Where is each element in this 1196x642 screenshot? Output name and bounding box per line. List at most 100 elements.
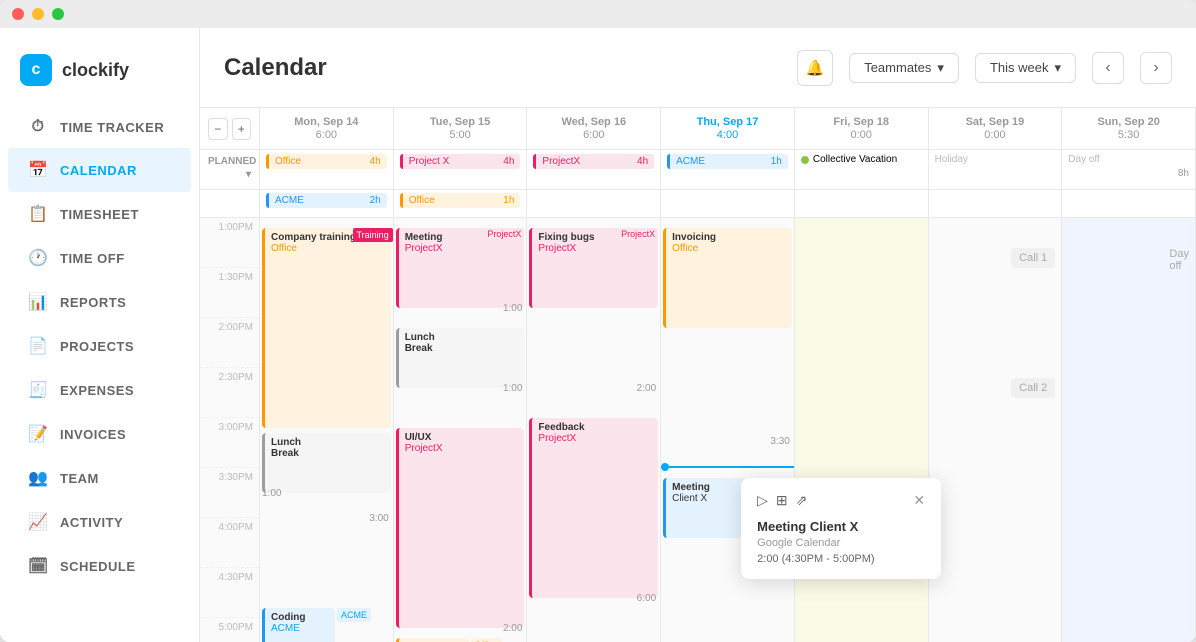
sidebar-item-time-tracker[interactable]: ⏱ TIME TRACKER (8, 106, 191, 148)
minimize-dot[interactable] (32, 8, 44, 20)
logo: c clockify (0, 44, 199, 106)
uiux-time: 2:00 (503, 623, 522, 634)
planned2-sun (1062, 190, 1196, 217)
day-time-tue: 5:00 (406, 129, 515, 141)
sidebar-item-activity[interactable]: 📈 ACTIVITY (8, 500, 191, 544)
sidebar-item-team[interactable]: 👥 TEAM (8, 456, 191, 500)
time-330pm: 3:30PM (200, 468, 259, 518)
planned-tag-acme-mon: ACME2h (266, 193, 387, 208)
sidebar-item-time-off[interactable]: 🕐 TIME OFF (8, 236, 191, 280)
sidebar-item-label: PROJECTS (60, 339, 134, 354)
day-name-wed: Wed, Sep 16 (539, 116, 648, 128)
maximize-dot[interactable] (52, 8, 64, 20)
planned-tag-acme-thu: ACME1h (667, 154, 788, 169)
planned-tag-projectx-wed: ProjectX4h (533, 154, 654, 169)
collapse-button[interactable]: − (208, 118, 228, 140)
sidebar-item-schedule[interactable]: 🗓 SCHEDULE (8, 544, 191, 588)
sidebar-item-reports[interactable]: 📊 REPORTS (8, 280, 191, 324)
time-430pm: 4:30PM (200, 568, 259, 618)
sidebar-item-invoices[interactable]: 📝 INVOICES (8, 412, 191, 456)
projects-icon: 📄 (28, 336, 48, 356)
event-emails[interactable]: Emails Office (396, 638, 469, 642)
day-name-fri: Fri, Sep 18 (807, 116, 916, 128)
external-link-icon[interactable]: ⇗ (796, 492, 808, 509)
sidebar-item-calendar[interactable]: 📅 CALENDAR (8, 148, 191, 192)
planned-sat: Holiday (929, 150, 1063, 189)
event-feedback[interactable]: Feedback ProjectX (529, 418, 658, 598)
day-col-mon: Company training Office Training Lunch B… (260, 218, 394, 642)
event-meeting-projectx[interactable]: Meeting ProjectX (396, 228, 525, 308)
event-uiux[interactable]: UI/UX ProjectX (396, 428, 525, 628)
play-icon[interactable]: ▷ (757, 492, 768, 509)
event-time-3: 3:00 (369, 513, 388, 524)
planned-wed: ProjectX4h (527, 150, 661, 189)
sidebar-item-label: TIME OFF (60, 251, 125, 266)
titlebar (0, 0, 1196, 28)
event-lunch-tue[interactable]: Lunch Break (396, 328, 525, 388)
sidebar-item-label: TIME TRACKER (60, 120, 164, 135)
office-badge-tue: Office (471, 638, 502, 642)
day-time-fri: 0:00 (807, 129, 916, 141)
main-content: Calendar 🔔 Teammates ▾ This week ▾ ‹ › (200, 28, 1196, 642)
sidebar-item-label: REPORTS (60, 295, 126, 310)
event-company-training[interactable]: Company training Office (262, 228, 391, 428)
sidebar-item-expenses[interactable]: 🧾 EXPENSES (8, 368, 191, 412)
event-coding[interactable]: Coding ACME (262, 608, 335, 642)
time-4pm: 4:00PM (200, 518, 259, 568)
next-week-button[interactable]: › (1140, 52, 1172, 84)
meeting-hover-card: ▷ ⊞ ⇗ ✕ Meeting Client X Google Calendar… (741, 478, 941, 579)
event-call2[interactable]: Call 2 (1011, 378, 1055, 398)
planned2-sat (929, 190, 1063, 217)
prev-week-button[interactable]: ‹ (1092, 52, 1124, 84)
day-header-fri: Fri, Sep 18 0:00 (795, 108, 929, 149)
day-col-wed: Fixing bugs ProjectX ProjectX Feedback P… (527, 218, 661, 642)
planned-collapse[interactable]: ▾ (208, 169, 251, 180)
timesheet-icon: 📋 (28, 204, 48, 224)
time-5pm: 5:00PM (200, 618, 259, 642)
page-header: Calendar 🔔 Teammates ▾ This week ▾ ‹ › (200, 28, 1196, 108)
this-week-chevron-icon: ▾ (1054, 60, 1061, 76)
close-dot[interactable] (12, 8, 24, 20)
day-time-sat: 0:00 (941, 129, 1050, 141)
planned-tag-office-mon: Office4h (266, 154, 387, 169)
day-time-sun: 5:30 (1074, 129, 1183, 141)
meeting-time: 1:00 (503, 303, 522, 314)
projectx-badge-tue: ProjectX (484, 228, 524, 240)
settings-button[interactable]: 🔔 (797, 50, 833, 86)
hover-subtitle: Google Calendar (757, 537, 925, 549)
calendar-corner: − + (200, 108, 260, 149)
teammates-chevron-icon: ▾ (937, 60, 944, 76)
day-col-tue: Meeting ProjectX ProjectX 1:00 Lunch Bre… (394, 218, 528, 642)
planned-tue: Project X4h (394, 150, 528, 189)
event-fixing-bugs[interactable]: Fixing bugs ProjectX (529, 228, 658, 308)
calendar-header: − + Mon, Sep 14 6:00 Tue, Sep 15 5:00 We… (200, 108, 1196, 150)
planned-label2 (200, 190, 260, 217)
calendar-icon: 📅 (28, 160, 48, 180)
event-lunch-mon[interactable]: Lunch Break (262, 433, 391, 493)
expand-button[interactable]: + (232, 118, 252, 140)
planned-sun: Day off 8h (1062, 150, 1196, 189)
time-off-icon: 🕐 (28, 248, 48, 268)
hover-title: Meeting Client X (757, 519, 925, 534)
planned2-fri (795, 190, 929, 217)
hover-card-actions: ▷ ⊞ ⇗ ✕ (757, 492, 925, 509)
sidebar-item-projects[interactable]: 📄 PROJECTS (8, 324, 191, 368)
vacation-label: Collective Vacation (813, 154, 897, 165)
sidebar-item-timesheet[interactable]: 📋 TIMESHEET (8, 192, 191, 236)
this-week-dropdown[interactable]: This week ▾ (975, 53, 1076, 83)
event-invoicing[interactable]: Invoicing Office (663, 228, 792, 328)
day-name-mon: Mon, Sep 14 (272, 116, 381, 128)
time-tracker-icon: ⏱ (28, 118, 48, 136)
team-icon: 👥 (28, 468, 48, 488)
planned-fri: Collective Vacation (795, 150, 929, 189)
copy-icon[interactable]: ⊞ (776, 492, 788, 509)
logo-text: clockify (62, 60, 129, 81)
event-call1[interactable]: Call 1 (1011, 248, 1055, 268)
calendar-body: 1:00PM 1:30PM 2:00PM 2:30PM 3:00PM 3:30P… (200, 218, 1196, 642)
day-off-hours: 8h (1178, 168, 1189, 179)
close-button[interactable]: ✕ (913, 492, 925, 509)
time-indicator-dot (661, 463, 669, 471)
planned2-tue: Office1h (394, 190, 528, 217)
day-header-tue: Tue, Sep 15 5:00 (394, 108, 528, 149)
teammates-dropdown[interactable]: Teammates ▾ (849, 53, 959, 83)
